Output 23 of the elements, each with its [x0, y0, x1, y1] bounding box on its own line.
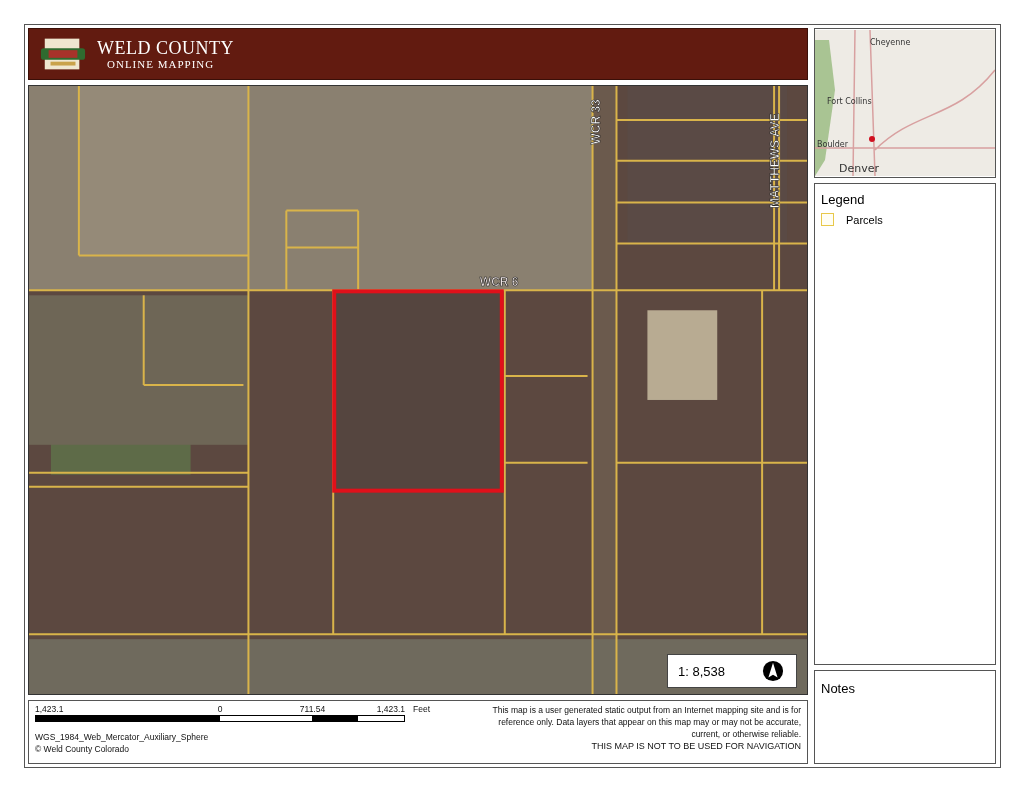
scale-unit: Feet — [413, 704, 430, 714]
legend-label: Parcels — [846, 213, 883, 226]
scale-label: 0 — [217, 704, 223, 714]
scale-label: 1,423.1 — [376, 704, 405, 714]
navigation-warning: THIS MAP IS NOT TO BE USED FOR NAVIGATION — [591, 741, 801, 751]
header-title: WELD COUNTY — [97, 37, 234, 58]
disclaimer-text: This map is a user generated static output from an Internet mapping site and is for reference only. Data layers that appear on this map may or may not be accurate, current, or otherwise reliable. — [491, 704, 801, 740]
copyright-text: © Weld County Colorado — [35, 744, 130, 754]
legend-title: Legend — [821, 192, 866, 207]
scale-label: 1,423.1 — [35, 704, 64, 714]
projection-text: WGS_1984_Web_Mercator_Auxiliary_Sphere — [35, 732, 210, 742]
road-label: WCR 33 — [588, 99, 603, 145]
notes-title: Notes — [821, 681, 855, 696]
header-subtitle: ONLINE MAPPING — [107, 57, 215, 71]
city-label: Cheyenne — [870, 38, 911, 47]
city-label: Boulder — [817, 140, 848, 149]
city-label: Fort Collins — [827, 97, 872, 106]
road-label: WCR 6 — [479, 275, 519, 290]
scale-ratio: 1: 8,538 — [678, 663, 725, 679]
county-logo-icon — [39, 36, 87, 72]
city-label: Denver — [839, 162, 879, 175]
road-label: MATTHEWS AVE — [768, 113, 783, 209]
scale-label: 711.54 — [299, 704, 326, 714]
